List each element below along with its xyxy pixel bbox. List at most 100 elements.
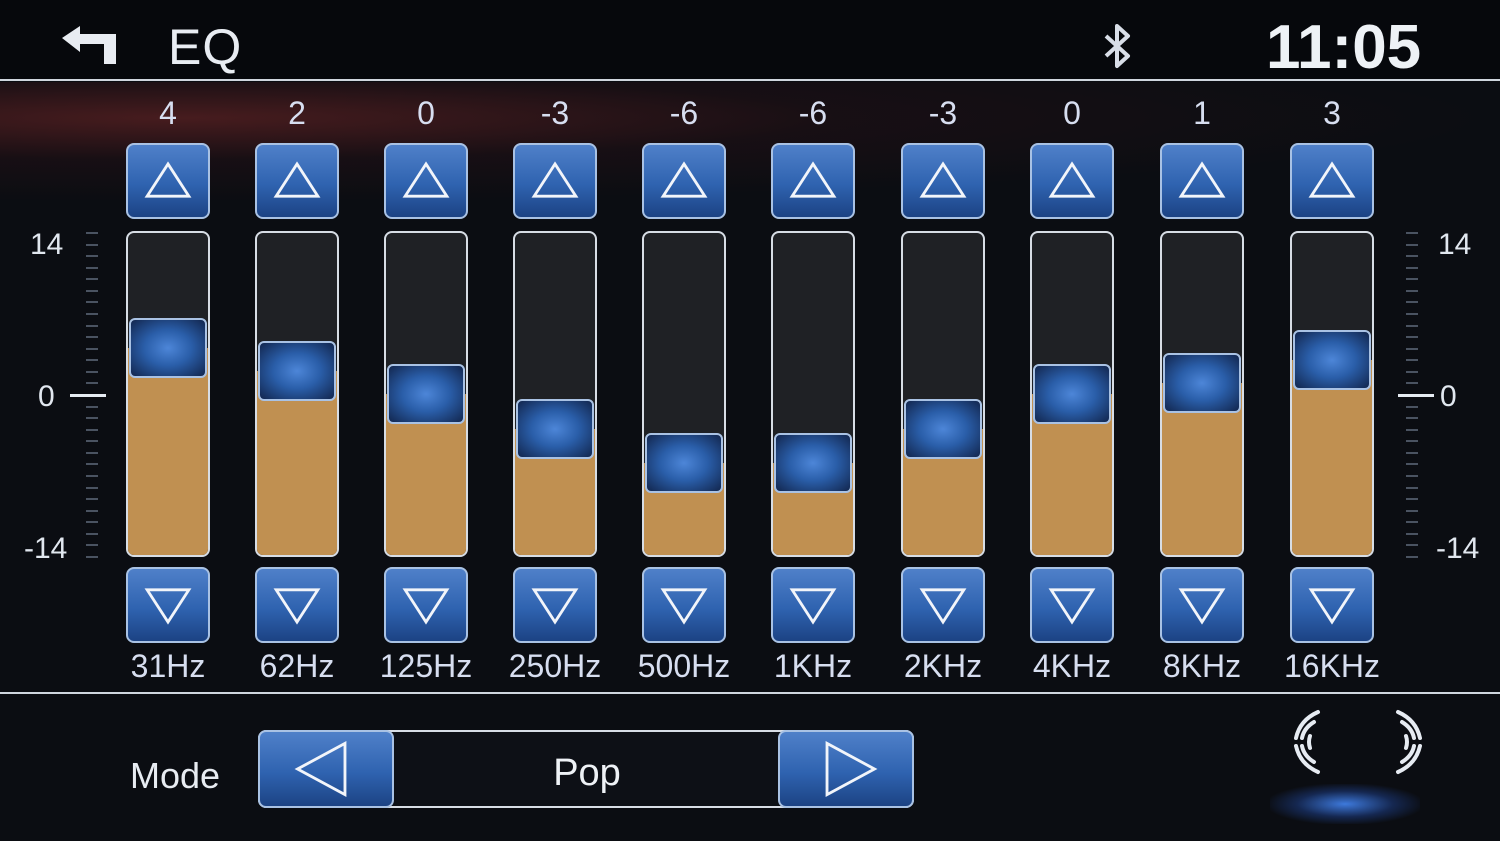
back-button[interactable] [58,24,122,68]
band-up-button[interactable] [255,143,339,219]
scale-tick [86,486,98,489]
band-slider-handle[interactable] [258,341,336,401]
triangle-up-icon [1178,161,1226,198]
band-down-button[interactable] [1030,567,1114,643]
band-up-button[interactable] [901,143,985,219]
scale-tick [1406,255,1418,258]
band-slider[interactable] [1290,231,1374,557]
band-slider-handle[interactable] [1033,364,1111,424]
band-frequency-label: 1KHz [773,648,853,684]
scale-tick [1406,405,1418,408]
band-up-button[interactable] [1160,143,1244,219]
band-down-button[interactable] [513,567,597,643]
mode-prev-button[interactable] [258,730,394,808]
eq-band-500hz: -6 500Hz [634,95,734,695]
triangle-down-icon [402,588,450,625]
scale-tick [86,232,98,234]
scale-tick [1406,544,1418,547]
band-down-button[interactable] [642,567,726,643]
scale-tick [1406,428,1418,431]
band-down-button[interactable] [771,567,855,643]
scale-tick [1406,463,1418,466]
scale-tick [86,313,98,315]
scale-tick [86,440,98,443]
triangle-down-icon [273,588,321,625]
speaker-right-icon[interactable] [1366,706,1426,776]
band-slider-handle[interactable] [516,398,594,459]
scale-tick [86,405,98,408]
band-slider-handle[interactable] [1293,329,1371,390]
triangle-down-icon [531,588,579,625]
scale-tick [1406,313,1418,315]
scale-tick [1406,486,1418,489]
band-slider-handle[interactable] [645,433,723,493]
triangle-down-icon [919,588,967,625]
scale-tick [86,509,98,512]
band-slider[interactable] [771,231,855,557]
band-down-button[interactable] [384,567,468,643]
band-up-button[interactable] [1030,143,1114,219]
speaker-left-icon[interactable] [1290,706,1350,776]
band-down-button[interactable] [901,567,985,643]
triangle-down-icon [1048,588,1096,625]
band-up-button[interactable] [126,143,210,219]
scale-tick [1406,232,1418,234]
band-down-button[interactable] [126,567,210,643]
band-slider[interactable] [1160,231,1244,557]
triangle-down-icon [789,588,837,625]
mode-label: Mode [130,755,221,796]
triangle-up-icon [144,161,192,198]
band-slider[interactable] [901,231,985,557]
scale-max-left: 14 [30,228,64,261]
scale-tick [86,428,98,431]
band-up-button[interactable] [513,143,597,219]
band-up-button[interactable] [384,143,468,219]
band-slider[interactable] [513,231,597,557]
band-down-button[interactable] [1160,567,1244,643]
eq-band-31hz: 4 31Hz [118,95,218,695]
band-up-button[interactable] [642,143,726,219]
band-slider-handle[interactable] [129,318,207,378]
band-frequency-label: 16KHz [1283,648,1381,684]
band-value: 4 [159,95,177,131]
band-frequency-label: 500Hz [637,648,731,684]
band-down-button[interactable] [1290,567,1374,643]
band-slider-handle[interactable] [387,364,465,424]
scale-zero-right: 0 [1440,380,1457,413]
band-slider[interactable] [642,231,726,557]
band-frequency-label: 8KHz [1162,648,1242,684]
band-frequency-label: 250Hz [508,648,602,684]
clock: 11:05 [1266,13,1422,82]
triangle-down-icon [660,588,708,625]
scale-min-left: -14 [24,532,68,565]
band-frequency-label: 4KHz [1032,648,1112,684]
scale-tick [86,498,98,501]
scale-tick [86,463,98,466]
band-slider-handle[interactable] [774,433,852,493]
scale-tick [86,336,98,339]
band-slider-handle[interactable] [904,398,982,459]
scale-tick [1406,509,1418,512]
background-glow [0,82,1500,202]
band-up-button[interactable] [1290,143,1374,219]
triangle-right-icon [825,740,878,798]
scale-tick [86,289,98,292]
band-slider[interactable] [384,231,468,557]
mode-value: Pop [553,752,621,794]
scale-tick [1406,301,1418,304]
mode-next-button[interactable] [778,730,914,808]
scale-tick [1406,417,1418,420]
band-fill [128,348,208,555]
band-slider[interactable] [255,231,339,557]
band-slider[interactable] [1030,231,1114,557]
band-down-button[interactable] [255,567,339,643]
scale-tick [86,544,98,547]
scale-tick [86,532,98,535]
band-slider-handle[interactable] [1163,352,1241,413]
scale-tick [1406,336,1418,339]
scale-tick [1406,382,1418,385]
scale-tick [1406,359,1418,362]
band-up-button[interactable] [771,143,855,219]
band-slider[interactable] [126,231,210,557]
bluetooth-icon [1100,20,1136,74]
